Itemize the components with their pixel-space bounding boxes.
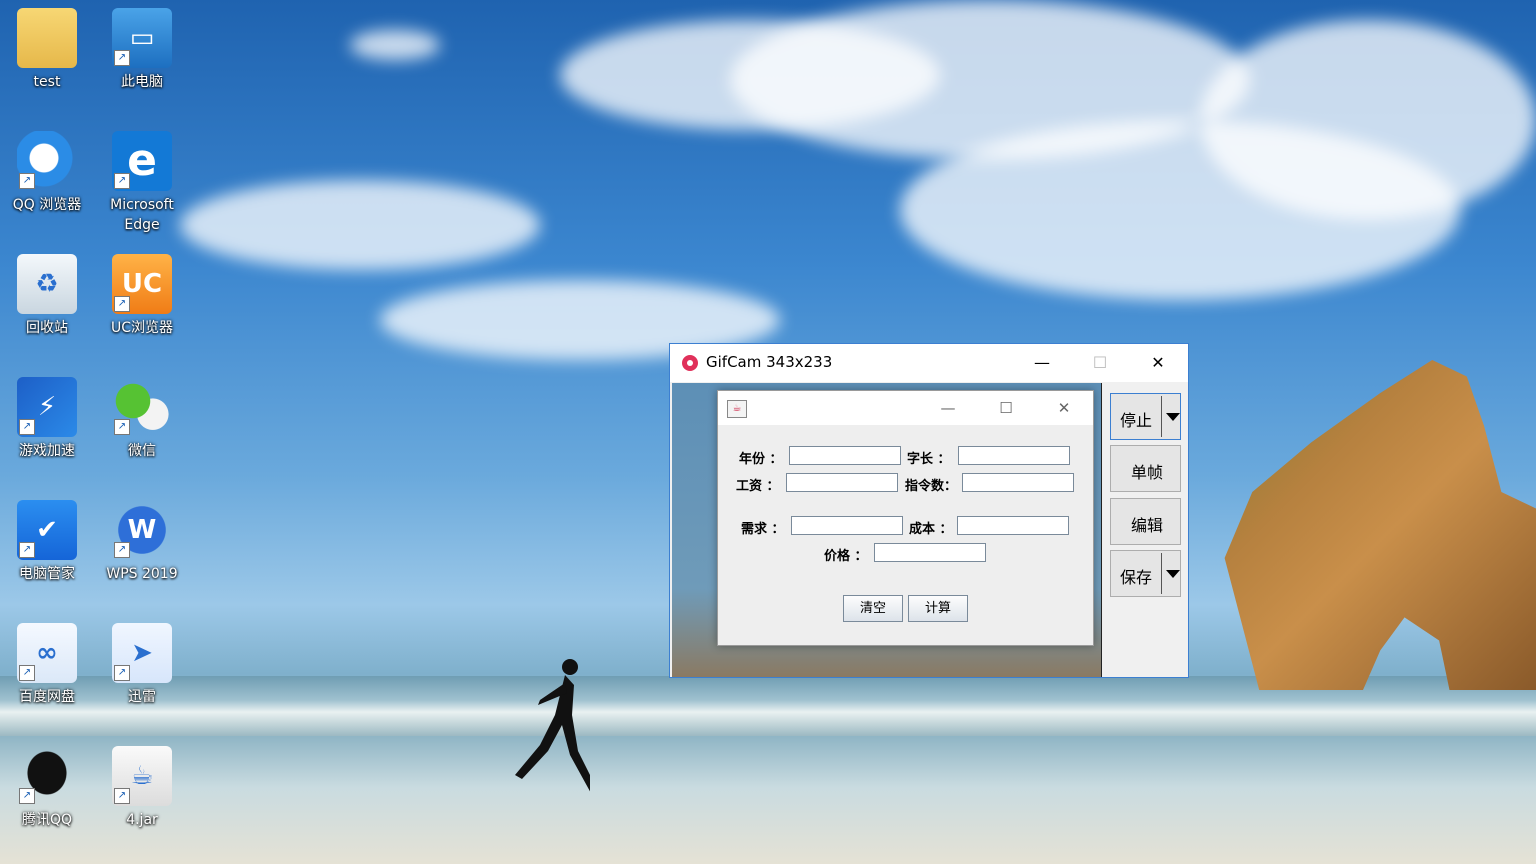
desktop-icon-computer[interactable]: ▭ ↗ 此电脑 (96, 8, 188, 92)
dropdown-arrow-icon[interactable] (1166, 413, 1180, 421)
price-input[interactable] (874, 543, 986, 562)
desktop-icon-label: 此电脑 (121, 74, 163, 90)
shortcut-arrow-icon: ↗ (19, 419, 35, 435)
pc-manager-icon: ✔ ↗ (17, 500, 77, 560)
shortcut-arrow-icon: ↗ (19, 173, 35, 189)
cost-input[interactable] (957, 516, 1069, 535)
edit-label: 编辑 (1131, 516, 1164, 535)
demand-label: 需求 ： (741, 522, 785, 537)
dialog-minimize-button[interactable]: — (923, 391, 973, 425)
gifcam-logo-icon (682, 355, 698, 371)
desktop-icon-label: 微信 (128, 443, 156, 459)
maximize-button[interactable]: ☐ (1071, 344, 1129, 382)
calculator-dialog[interactable]: ☕ — ☐ ✕ 年份 ： 字长 ： 工资 ： 指令数： 需求 ： 成本 ： 价格… (717, 390, 1094, 646)
shortcut-arrow-icon: ↗ (114, 788, 130, 804)
shortcut-arrow-icon: ↗ (114, 419, 130, 435)
desktop-icon-pc-manager[interactable]: ✔ ↗ 电脑管家 (1, 500, 93, 584)
qq-icon: ↗ (17, 746, 77, 806)
computer-icon: ▭ ↗ (112, 8, 172, 68)
desktop-icon-label: 4.jar (126, 812, 158, 828)
instruction-count-input[interactable] (962, 473, 1074, 492)
single-frame-button[interactable]: 单帧 (1110, 445, 1181, 492)
word-length-input[interactable] (958, 446, 1070, 465)
salary-input[interactable] (786, 473, 898, 492)
xunlei-icon: ➤ ↗ (112, 623, 172, 683)
uc-browser-icon: UC ↗ (112, 254, 172, 314)
edge-icon: e ↗ (112, 131, 172, 191)
desktop-icon-edge[interactable]: e ↗ Microsoft Edge (96, 131, 188, 235)
desktop-icon-label: test (33, 74, 61, 90)
desktop-icon-label: WPS 2019 (106, 566, 178, 582)
salary-label: 工资 ： (736, 479, 780, 494)
desktop-icon-game-accelerator[interactable]: ⚡ ↗ 游戏加速 (1, 377, 93, 461)
dialog-maximize-button[interactable]: ☐ (981, 391, 1031, 425)
desktop-icon-java-jar[interactable]: ☕ ↗ 4.jar (96, 746, 188, 830)
desktop-icon-wps[interactable]: W ↗ WPS 2019 (96, 500, 188, 584)
shortcut-arrow-icon: ↗ (114, 173, 130, 189)
edit-button[interactable]: 编辑 (1110, 498, 1181, 545)
desktop-icon-uc-browser[interactable]: UC ↗ UC浏览器 (96, 254, 188, 338)
dialog-close-button[interactable]: ✕ (1039, 391, 1089, 425)
stop-label: 停止 (1120, 411, 1153, 430)
qq-browser-icon: ↗ (17, 131, 77, 191)
shortcut-arrow-icon: ↗ (114, 665, 130, 681)
desktop-icon-label: UC浏览器 (110, 320, 174, 336)
desktop-icon-label: 百度网盘 (19, 689, 75, 705)
word-length-label: 字长 ： (907, 452, 951, 467)
desktop-icon-label: QQ 浏览器 (12, 197, 82, 213)
java-icon: ☕ (727, 400, 747, 418)
sea-rock (1224, 360, 1536, 690)
game-accelerator-icon: ⚡ ↗ (17, 377, 77, 437)
desktop-icon-label: 腾讯QQ (21, 812, 73, 828)
instruction-count-label: 指令数： (905, 479, 958, 494)
clear-button[interactable]: 清空 (843, 595, 903, 622)
year-input[interactable] (789, 446, 901, 465)
shortcut-arrow-icon: ↗ (114, 296, 130, 312)
stop-button[interactable]: 停止 (1110, 393, 1181, 440)
desktop-icon-label: 电脑管家 (19, 566, 75, 582)
close-button[interactable]: ✕ (1129, 344, 1187, 382)
desktop-icon-wechat[interactable]: ↗ 微信 (96, 377, 188, 461)
single-frame-label: 单帧 (1131, 463, 1164, 482)
folder-icon (17, 8, 77, 68)
calculate-button[interactable]: 计算 (908, 595, 968, 622)
wechat-icon: ↗ (112, 377, 172, 437)
dialog-title-bar[interactable]: ☕ — ☐ ✕ (718, 391, 1093, 425)
shortcut-arrow-icon: ↗ (19, 665, 35, 681)
save-button[interactable]: 保存 (1110, 550, 1181, 597)
shortcut-arrow-icon: ↗ (114, 542, 130, 558)
runner-silhouette (515, 659, 590, 792)
desktop-icon-label: 游戏加速 (19, 443, 75, 459)
desktop-icon-label: Microsoft Edge (110, 197, 174, 233)
java-jar-icon: ☕ ↗ (112, 746, 172, 806)
shortcut-arrow-icon: ↗ (19, 788, 35, 804)
shortcut-arrow-icon: ↗ (114, 50, 130, 66)
gifcam-title: GifCam 343x233 (706, 353, 833, 371)
cost-label: 成本 ： (909, 522, 953, 537)
desktop-icon-folder[interactable]: test (1, 8, 93, 92)
desktop-icon-label: 迅雷 (128, 689, 156, 705)
desktop-icon-baidu-netdisk[interactable]: ∞ ↗ 百度网盘 (1, 623, 93, 707)
year-label: 年份 ： (739, 452, 783, 467)
recycle-bin-icon: ♻ (17, 254, 77, 314)
shortcut-arrow-icon: ↗ (19, 542, 35, 558)
desktop-icon-qq[interactable]: ↗ 腾讯QQ (1, 746, 93, 830)
desktop-icon-xunlei[interactable]: ➤ ↗ 迅雷 (96, 623, 188, 707)
minimize-button[interactable]: — (1013, 344, 1071, 382)
demand-input[interactable] (791, 516, 903, 535)
baidu-netdisk-icon: ∞ ↗ (17, 623, 77, 683)
dropdown-arrow-icon[interactable] (1166, 570, 1180, 578)
desktop-icon-qq-browser[interactable]: ↗ QQ 浏览器 (1, 131, 93, 215)
save-label: 保存 (1120, 568, 1153, 587)
desktop-icon-label: 回收站 (26, 320, 68, 336)
gifcam-title-bar[interactable]: GifCam 343x233 — ☐ ✕ (670, 344, 1188, 382)
price-label: 价格 ： (824, 549, 868, 564)
wps-icon: W ↗ (112, 500, 172, 560)
desktop-icon-recycle-bin[interactable]: ♻ 回收站 (1, 254, 93, 338)
